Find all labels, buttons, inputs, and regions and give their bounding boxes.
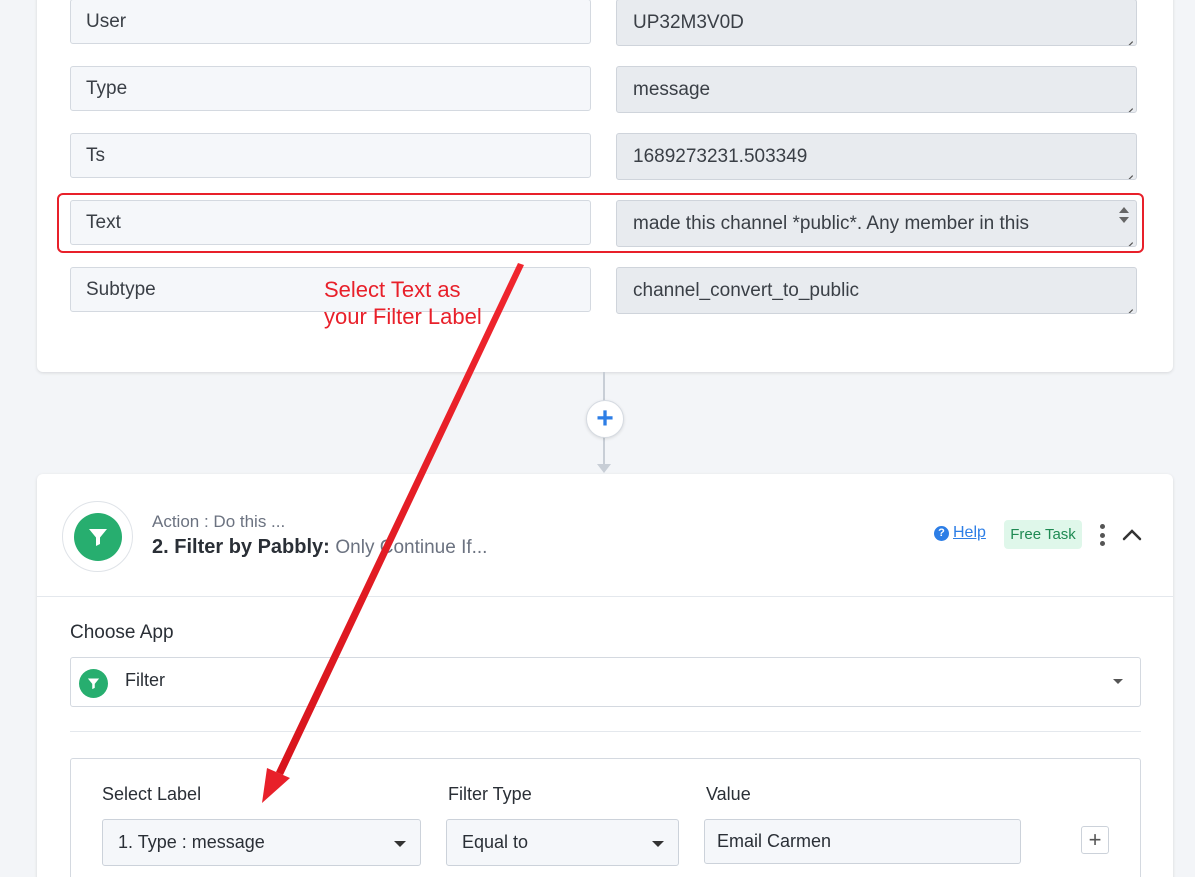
filter-type-heading: Filter Type <box>448 784 532 804</box>
field-value-text: UP32M3V0D <box>633 11 744 33</box>
choose-app-value: Filter <box>125 670 165 690</box>
field-label-text: User <box>86 10 127 32</box>
field-value-ts[interactable]: 1689273231.503349 <box>616 133 1137 180</box>
field-value-subtype[interactable]: channel_convert_to_public <box>616 267 1137 314</box>
connector-arrow-icon <box>597 464 611 473</box>
action-subtitle: Action : Do this ... <box>152 512 286 531</box>
value-input-text: Email Carmen <box>717 831 832 851</box>
choose-app-label: Choose App <box>70 622 174 643</box>
field-label-ts: Ts <box>70 133 591 178</box>
field-label-text: Type <box>86 77 128 99</box>
trigger-response-card <box>37 0 1173 372</box>
field-value-text: channel_convert_to_public <box>633 279 860 301</box>
header-divider <box>37 596 1173 597</box>
annotation-line-1: Select Text as <box>324 277 461 302</box>
add-step-button[interactable]: + <box>586 400 624 438</box>
select-label-dropdown[interactable]: 1. Type : message <box>102 819 421 866</box>
filter-type-value: Equal to <box>462 832 529 852</box>
filter-funnel-icon <box>73 512 122 561</box>
free-task-badge: Free Task <box>1004 520 1082 549</box>
question-icon: ? <box>934 525 949 541</box>
help-text: Help <box>953 524 986 541</box>
field-label-user: User <box>70 0 591 44</box>
resize-handle-icon[interactable] <box>1124 167 1133 176</box>
resize-handle-icon[interactable] <box>1124 301 1133 310</box>
annotation-text: Select Text as your Filter Label <box>324 276 482 330</box>
value-input[interactable]: Email Carmen <box>704 819 1021 864</box>
action-title-main: 2. Filter by Pabbly: <box>152 536 330 558</box>
add-condition-button[interactable]: + <box>1081 826 1109 854</box>
value-heading: Value <box>706 784 751 804</box>
section-divider <box>70 731 1141 732</box>
select-label-value: 1. Type : message <box>118 832 265 852</box>
highlight-box <box>57 193 1144 253</box>
chevron-down-icon <box>1113 679 1123 684</box>
field-label-text: Subtype <box>86 278 156 300</box>
resize-handle-icon[interactable] <box>1124 33 1133 42</box>
resize-handle-icon[interactable] <box>1124 100 1133 109</box>
more-options-icon[interactable] <box>1096 524 1108 546</box>
select-label-heading: Select Label <box>102 784 202 804</box>
action-title: 2. Filter by Pabbly: Only Continue If... <box>152 536 487 559</box>
plus-icon: + <box>596 402 614 435</box>
field-label-text: Ts <box>86 144 105 166</box>
caret-down-icon <box>394 841 406 847</box>
plus-icon: + <box>1088 827 1102 852</box>
filter-app-logo <box>62 501 133 572</box>
field-value-type[interactable]: message <box>616 66 1137 113</box>
field-label-type: Type <box>70 66 591 111</box>
chevron-up-icon[interactable] <box>1121 526 1143 544</box>
choose-app-select[interactable]: Filter <box>70 657 1141 707</box>
annotation-line-2: your Filter Label <box>324 304 482 329</box>
field-value-text: 1689273231.503349 <box>633 145 808 167</box>
filter-funnel-icon <box>79 669 108 698</box>
filter-type-dropdown[interactable]: Equal to <box>446 819 679 866</box>
help-link[interactable]: ? Help <box>934 524 986 542</box>
caret-down-icon <box>652 841 664 847</box>
field-value-user[interactable]: UP32M3V0D <box>616 0 1137 46</box>
action-title-suffix: Only Continue If... <box>335 537 488 558</box>
field-value-text: message <box>633 78 711 100</box>
